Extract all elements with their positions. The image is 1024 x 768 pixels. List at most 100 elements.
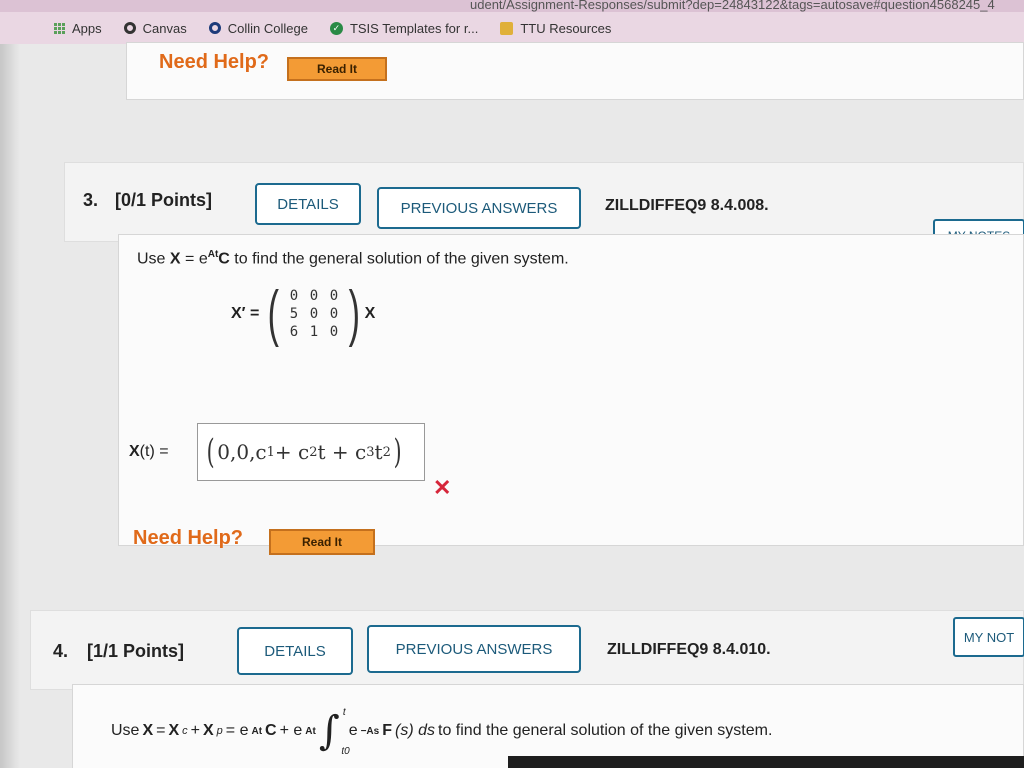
- q3-body: Use X = eAtC to find the general solutio…: [118, 234, 1024, 555]
- integral-upper: t: [342, 707, 346, 718]
- bookmark-tsis[interactable]: ✓ TSIS Templates for r...: [329, 20, 479, 36]
- integral-sign: ∫ t t0: [318, 707, 350, 757]
- answer-sub: 3: [366, 444, 375, 460]
- answer-sub: 1: [266, 444, 275, 460]
- bookmark-collin-college[interactable]: Collin College: [208, 20, 308, 36]
- statement-eq: =: [156, 722, 166, 739]
- statement-eq: = e: [225, 722, 249, 739]
- wrong-x-icon: ✕: [433, 475, 452, 500]
- answer-left-paren: (: [206, 432, 215, 472]
- matrix-cell: 0: [329, 324, 339, 340]
- integral-lower: t0: [341, 746, 350, 757]
- system-lhs: X′ =: [231, 305, 260, 322]
- statement-x: X: [142, 722, 154, 739]
- matrix-cell: 5: [289, 306, 299, 322]
- bookmark-apps[interactable]: Apps: [54, 21, 102, 36]
- q4-previous-answers-button[interactable]: PREVIOUS ANSWERS: [367, 625, 581, 673]
- address-bar[interactable]: udent/Assignment-Responses/submit?dep=24…: [0, 0, 1024, 12]
- statement-e: e: [348, 722, 358, 739]
- statement-xc: X: [168, 722, 180, 739]
- statement-exponent: −As: [360, 725, 380, 737]
- answer-label-rest: (t) =: [139, 443, 169, 460]
- q3-problem-code: ZILLDIFFEQ9 8.4.008.: [605, 197, 769, 214]
- answer-label-x: X: [129, 443, 140, 460]
- statement-c: C: [218, 250, 230, 268]
- q4-header: 4. [1/1 Points] DETAILS PREVIOUS ANSWERS…: [30, 610, 1024, 690]
- url-text: udent/Assignment-Responses/submit?dep=24…: [470, 0, 995, 12]
- statement-fs: (s) ds: [395, 722, 435, 739]
- matrix-cell: 0: [329, 306, 339, 322]
- bookmark-label: TSIS Templates for r...: [349, 20, 479, 36]
- taskbar: [508, 756, 1024, 768]
- statement-c: C: [265, 722, 277, 739]
- answer-term: + c: [274, 440, 310, 464]
- bookmark-label: Apps: [72, 20, 102, 36]
- statement-text-end: to find the general solution of the give…: [229, 250, 569, 268]
- answer-right-paren: ): [393, 432, 402, 472]
- collin-college-icon: [208, 22, 221, 34]
- statement-exponent: At: [251, 725, 263, 737]
- assignment-page: Need Help? Read It 3. [0/1 Points] DETAI…: [0, 42, 1024, 768]
- statement-plus: +: [190, 722, 200, 739]
- q3-header: 3. [0/1 Points] DETAILS PREVIOUS ANSWERS…: [64, 162, 1024, 253]
- answer-term: t: [374, 440, 383, 464]
- tsis-icon: ✓: [329, 21, 343, 35]
- bookmark-label: Collin College: [227, 20, 308, 36]
- q3-details-button[interactable]: DETAILS: [255, 183, 361, 225]
- statement-sub: c: [182, 725, 188, 737]
- q3-system: X′ = ( 000500610 ) X: [231, 283, 375, 345]
- q4-number: 4.: [53, 641, 69, 661]
- prev-question-card: Need Help? Read It: [126, 42, 1024, 100]
- statement-f: F: [382, 722, 392, 739]
- q3-read-it-button[interactable]: Read It: [269, 529, 375, 555]
- statement-xp: X: [202, 722, 214, 739]
- matrix-left-paren: (: [267, 279, 280, 348]
- folder-icon: [500, 21, 514, 35]
- page-shadow: [0, 44, 20, 768]
- answer-label: X(t) =: [129, 443, 169, 461]
- answer-sup: 2: [382, 444, 391, 460]
- q3-number: 3.: [83, 190, 99, 210]
- statement-x: X: [169, 250, 181, 268]
- answer-term: t + c: [317, 440, 367, 464]
- matrix-cell: 6: [289, 324, 299, 340]
- canvas-icon: [123, 22, 136, 34]
- answer-sub: 2: [309, 444, 318, 460]
- statement-text: Use: [137, 250, 170, 268]
- statement-eq: = e: [180, 250, 208, 268]
- matrix-cell: 0: [309, 306, 319, 322]
- statement-plus: + e: [279, 722, 303, 739]
- q3-statement: Use X = eAtC to find the general solutio…: [137, 249, 569, 268]
- matrix-cell: 0: [309, 288, 319, 304]
- statement-text-end: to find the general solution of the give…: [438, 722, 773, 739]
- q3-previous-answers-button[interactable]: PREVIOUS ANSWERS: [377, 187, 581, 229]
- q3-need-help-label: Need Help?: [133, 527, 244, 549]
- q4-problem-code: ZILLDIFFEQ9 8.4.010.: [607, 641, 771, 658]
- q3-points: [0/1 Points]: [115, 190, 213, 210]
- integral-symbol: ∫: [318, 708, 340, 754]
- bookmarks-bar: Apps Canvas Collin College ✓ TSIS Templa…: [0, 12, 1024, 44]
- matrix-right-paren: ): [348, 279, 360, 348]
- apps-grid-icon: [54, 22, 65, 34]
- statement-exponent: At: [305, 725, 316, 737]
- bookmark-label: Canvas: [142, 20, 187, 36]
- matrix-cell: 0: [329, 288, 339, 304]
- bookmark-canvas[interactable]: Canvas: [123, 20, 187, 36]
- q4-statement: Use X = Xc + Xp = e At C + e At ∫ t t0 e −As…: [111, 707, 773, 757]
- matrix-cell: 0: [289, 288, 299, 304]
- coefficient-matrix: 000500610: [284, 288, 344, 340]
- answer-input[interactable]: ( 0,0,c 1 + c2t + c3t2 ): [197, 423, 425, 481]
- need-help-label: Need Help?: [159, 51, 270, 73]
- q4-my-notes-button[interactable]: MY NOT: [953, 617, 1024, 657]
- bookmark-ttu-resources[interactable]: TTU Resources: [500, 21, 611, 36]
- matrix-cell: 1: [309, 324, 319, 340]
- system-rhs: X: [364, 305, 376, 322]
- statement-sub: p: [216, 725, 223, 737]
- q4-points: [1/1 Points]: [87, 641, 185, 661]
- read-it-button[interactable]: Read It: [287, 57, 387, 81]
- statement-exponent: At: [207, 249, 219, 260]
- bookmark-label: TTU Resources: [520, 20, 612, 36]
- statement-text: Use: [111, 722, 140, 739]
- answer-term: 0,0,c: [217, 440, 267, 464]
- q4-details-button[interactable]: DETAILS: [237, 627, 353, 675]
